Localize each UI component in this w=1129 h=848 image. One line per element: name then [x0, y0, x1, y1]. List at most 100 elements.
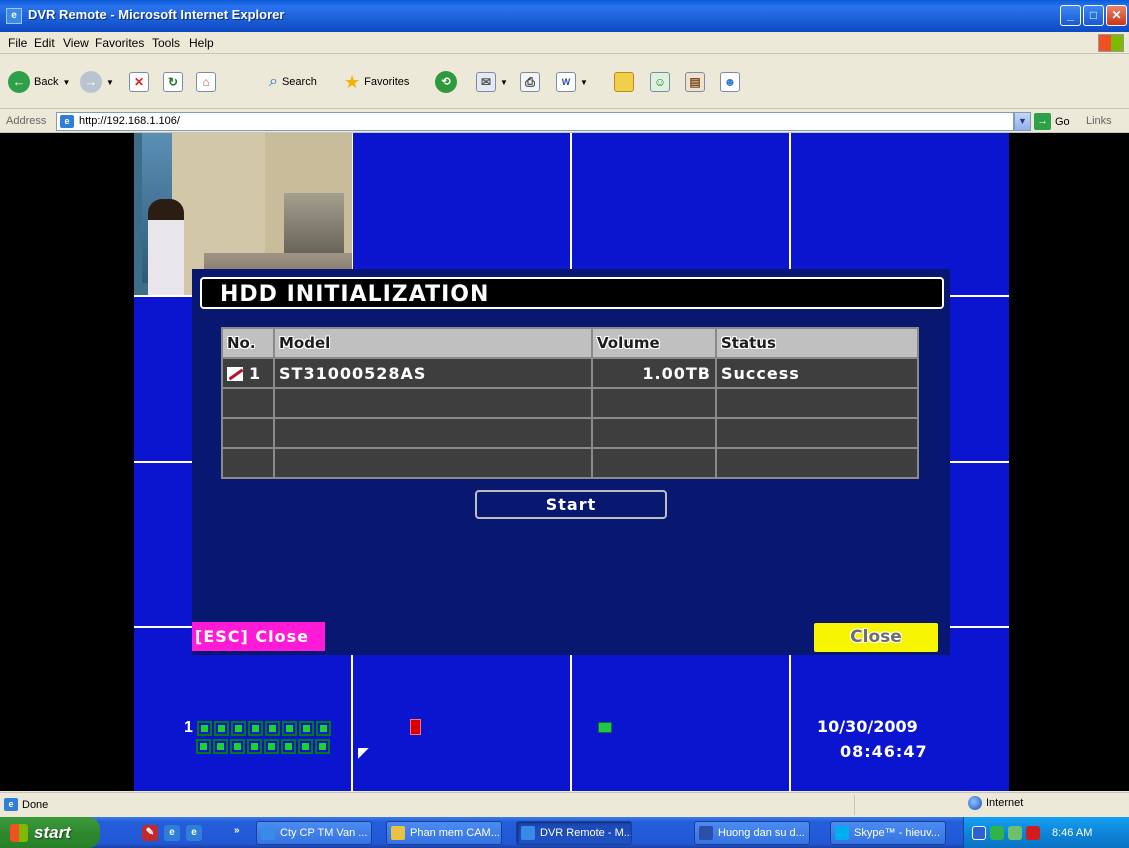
quicklaunch-app-icon[interactable]: ✎ [142, 825, 158, 841]
contacts-button[interactable]: ☻ [720, 69, 740, 95]
ie-app-icon[interactable]: e [6, 8, 22, 24]
table-row[interactable]: 1 ST31000528AS 1.00TB Success [221, 357, 919, 389]
address-input[interactable]: e http://192.168.1.106/ [56, 112, 1014, 131]
taskbar-task[interactable]: Skype™ - hieuv... [830, 821, 946, 845]
channel-indicator[interactable] [281, 739, 296, 754]
menu-favorites[interactable]: Favorites [95, 36, 144, 50]
links-button[interactable]: Links [1086, 115, 1112, 127]
channel-indicator[interactable] [298, 739, 313, 754]
task-label: DVR Remote - M... [540, 827, 632, 839]
channel-indicator[interactable] [264, 739, 279, 754]
menu-tools[interactable]: Tools [152, 36, 180, 50]
edit-button[interactable]: W ▼ [556, 69, 588, 95]
taskbar-task-active[interactable]: DVR Remote - M... [516, 821, 632, 845]
stop-button[interactable]: ✕ [129, 69, 149, 95]
hdd-checkbox[interactable] [227, 367, 243, 381]
refresh-button[interactable]: ↻ [163, 69, 183, 95]
word-icon [699, 826, 713, 840]
back-label: Back [34, 76, 59, 88]
refresh-icon: ↻ [163, 72, 183, 92]
start-button[interactable]: Start [475, 490, 667, 519]
status-text: Done [22, 799, 49, 811]
quicklaunch-more-icon[interactable]: » [234, 825, 240, 836]
zone-label: Internet [986, 797, 1024, 809]
menu-view[interactable]: View [63, 36, 89, 50]
channel-indicator[interactable] [230, 739, 245, 754]
folder-button[interactable] [614, 69, 634, 95]
channel-group-number: 1 [184, 719, 193, 736]
windows-flag-icon [10, 823, 28, 842]
print-icon: ⎙ [520, 72, 540, 92]
search-button[interactable]: ⌕ Search [269, 69, 317, 95]
tray-antivirus-icon[interactable] [1026, 825, 1040, 840]
stop-icon: ✕ [129, 72, 149, 92]
menu-file[interactable]: File [8, 36, 27, 50]
research-button[interactable]: ▤ [685, 69, 705, 95]
taskbar-clock[interactable]: 8:46 AM [1052, 827, 1092, 839]
tray-arrow-icon[interactable] [972, 825, 986, 840]
task-label: Huong dan su d... [718, 827, 805, 839]
go-button[interactable]: → Go [1034, 113, 1070, 130]
title-bar[interactable]: e DVR Remote - Microsoft Internet Explor… [0, 0, 1129, 32]
maximize-button[interactable]: □ [1083, 5, 1104, 26]
taskbar-task[interactable]: Cty CP TM Van ... [256, 821, 372, 845]
chevron-down-icon: ▼ [580, 77, 588, 87]
col-header-no: No. [221, 327, 275, 359]
channel-indicator[interactable] [247, 720, 263, 736]
speaker-mute-icon[interactable]: ◤ [358, 745, 372, 759]
row-status: Success [715, 357, 919, 389]
channel-indicator[interactable] [315, 720, 331, 736]
chevron-down-icon: ▼ [500, 77, 508, 87]
col-header-model: Model [273, 327, 593, 359]
status-panes [854, 795, 964, 815]
camera-scene [148, 199, 184, 295]
quicklaunch-ie-icon[interactable]: e [186, 825, 202, 841]
print-button[interactable]: ⎙ [520, 69, 540, 95]
page-content: HDD INITIALIZATION No. Model Volume Stat… [0, 133, 1129, 791]
mail-button[interactable]: ✉ ▼ [476, 69, 508, 95]
home-button[interactable]: ⌂ [196, 69, 216, 95]
tray-shield-icon[interactable] [990, 825, 1004, 840]
address-url[interactable]: http://192.168.1.106/ [79, 115, 180, 127]
history-button[interactable]: ⟲ [435, 69, 457, 95]
taskbar-task[interactable]: Huong dan su d... [694, 821, 810, 845]
start-menu-button[interactable]: start [0, 817, 100, 848]
go-label: Go [1055, 115, 1070, 128]
close-button[interactable]: Close [814, 623, 938, 652]
taskbar-task[interactable]: Phan mem CAM... [386, 821, 502, 845]
minimize-button[interactable]: _ [1060, 5, 1081, 26]
menu-help[interactable]: Help [189, 36, 214, 50]
channel-indicator[interactable] [196, 739, 211, 754]
channel-indicator[interactable] [315, 739, 330, 754]
back-button[interactable]: ← Back ▼ [8, 69, 70, 95]
forward-button[interactable]: → ▼ [80, 69, 114, 95]
task-label: Skype™ - hieuv... [854, 827, 940, 839]
mail-icon: ✉ [476, 72, 496, 92]
security-zone[interactable]: Internet [968, 796, 1023, 810]
favorites-button[interactable]: ★ Favorites [344, 69, 409, 95]
channel-indicator[interactable] [298, 720, 314, 736]
messenger-button[interactable]: ☺ [650, 69, 670, 95]
channel-indicator[interactable] [196, 720, 212, 736]
channel-indicator[interactable] [281, 720, 297, 736]
status-bar: e Done Internet [0, 792, 1129, 816]
channel-indicator[interactable] [213, 720, 229, 736]
channel-indicator[interactable] [247, 739, 262, 754]
row-no-cell[interactable]: 1 [221, 357, 275, 389]
tray-network-icon[interactable] [1008, 825, 1022, 840]
hdd-table: No. Model Volume Status 1 ST31000528AS 1… [221, 327, 919, 479]
back-arrow-icon: ← [8, 71, 30, 93]
research-icon: ▤ [685, 72, 705, 92]
channel-indicator[interactable] [213, 739, 228, 754]
channel-indicator[interactable] [230, 720, 246, 736]
esc-close-button[interactable]: [ESC] Close [192, 622, 325, 651]
task-label: Phan mem CAM... [410, 827, 500, 839]
favorites-label: Favorites [364, 76, 410, 88]
channel-indicator[interactable] [264, 720, 280, 736]
skype-icon [835, 826, 849, 840]
menu-edit[interactable]: Edit [34, 36, 55, 50]
page-done-icon: e [4, 798, 18, 811]
address-dropdown-button[interactable]: ▼ [1014, 112, 1031, 131]
close-window-button[interactable]: ✕ [1106, 5, 1127, 26]
quicklaunch-ie-icon[interactable]: e [164, 825, 180, 841]
